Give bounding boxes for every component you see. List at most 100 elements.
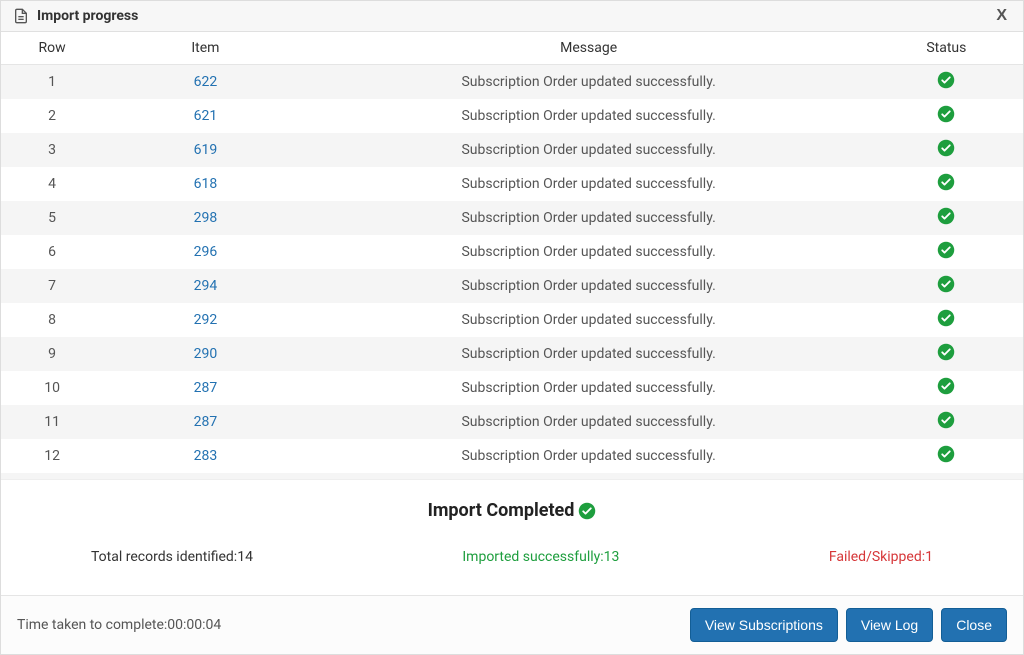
- cell-message: Subscription Order updated successfully.: [308, 303, 870, 337]
- cell-status: [870, 133, 1023, 167]
- close-icon[interactable]: X: [992, 7, 1011, 25]
- table-row: 1622Subscription Order updated successfu…: [1, 65, 1023, 100]
- summary-title-row: Import Completed: [31, 500, 993, 521]
- cell-item: 622: [103, 65, 307, 100]
- cell-message: Subscription Order updated successfully.: [308, 269, 870, 303]
- summary-stats: Total records identified:14 Imported suc…: [31, 549, 993, 565]
- cell-row: 5: [1, 201, 103, 235]
- table-row: 4618Subscription Order updated successfu…: [1, 167, 1023, 201]
- item-link[interactable]: 283: [194, 448, 218, 464]
- cell-row: 2: [1, 99, 103, 133]
- table-row: 8 292 Subscription Order updated successfu…: [1, 303, 1023, 337]
- cell-status: [870, 167, 1023, 201]
- cell-status: [870, 439, 1023, 473]
- cell-status: [870, 65, 1023, 100]
- table-row: 6296Subscription Order updated successfu…: [1, 235, 1023, 269]
- check-circle-icon: [937, 241, 955, 259]
- cell-item: 296: [103, 235, 307, 269]
- check-circle-icon: [578, 502, 596, 520]
- footer-buttons: View Subscriptions View Log Close: [690, 608, 1007, 642]
- cell-row: 4: [1, 167, 103, 201]
- cell-item: 298: [103, 201, 307, 235]
- stat-success-label: Imported successfully:: [462, 549, 603, 565]
- cell-item: 292: [103, 303, 307, 337]
- cell-row: 1: [1, 65, 103, 100]
- cell-status: [870, 337, 1023, 371]
- cell-item: 621: [103, 99, 307, 133]
- table-wrap: Row Item Message Status 1 622 Subscription…: [1, 32, 1023, 479]
- time-value: 00:00:04: [167, 617, 221, 633]
- cell-item: 290: [103, 337, 307, 371]
- stat-failed: Failed/Skipped:1: [829, 549, 933, 565]
- cell-message: Subscription Order updated successfully.: [308, 337, 870, 371]
- item-link[interactable]: 622: [194, 74, 218, 90]
- col-header-status: Status: [870, 32, 1023, 65]
- item-link[interactable]: 619: [194, 142, 218, 158]
- table-row: 9 290 Subscription Order updated successfu…: [1, 337, 1023, 371]
- item-link[interactable]: 621: [194, 108, 218, 124]
- item-link[interactable]: 290: [194, 346, 218, 362]
- cell-row: 12: [1, 439, 103, 473]
- cell-item: 619: [103, 133, 307, 167]
- import-progress-dialog: Import progress X Row Item Message Statu…: [0, 0, 1024, 655]
- stat-success: Imported successfully:13: [462, 549, 619, 565]
- check-circle-icon: [937, 105, 955, 123]
- item-link[interactable]: 292: [194, 312, 218, 328]
- time-label: Time taken to complete:: [17, 617, 167, 633]
- item-link[interactable]: 298: [194, 210, 218, 226]
- summary-section: Import Completed Total records identifie…: [1, 479, 1023, 595]
- check-circle-icon: [937, 275, 955, 293]
- cell-message: Subscription Order updated successfully.: [308, 99, 870, 133]
- cell-status: [870, 201, 1023, 235]
- table-header-row: Row Item Message Status: [1, 32, 1023, 65]
- cell-item: 287: [103, 405, 307, 439]
- table-row: 12 283 Subscription Order updated successf…: [1, 439, 1023, 473]
- cell-item: 294: [103, 269, 307, 303]
- stat-total-value: 14: [237, 549, 253, 565]
- item-link[interactable]: 296: [194, 244, 218, 260]
- cell-row: 11: [1, 405, 103, 439]
- check-circle-icon: [937, 71, 955, 89]
- item-link[interactable]: 294: [194, 278, 218, 294]
- table-row: 11287Subscription Order updated successf…: [1, 405, 1023, 439]
- item-link[interactable]: 287: [194, 414, 218, 430]
- cell-item: 283: [103, 439, 307, 473]
- col-header-item: Item: [103, 32, 307, 65]
- cell-status: [870, 269, 1023, 303]
- cell-message: Subscription Order updated successfully.: [308, 201, 870, 235]
- cell-row: 9: [1, 337, 103, 371]
- close-button[interactable]: Close: [941, 608, 1007, 642]
- view-log-button[interactable]: View Log: [846, 608, 933, 642]
- cell-status: [870, 405, 1023, 439]
- cell-row: 7: [1, 269, 103, 303]
- check-circle-icon: [937, 343, 955, 361]
- cell-message: Subscription Order updated successfully.: [308, 235, 870, 269]
- cell-status: [870, 235, 1023, 269]
- cell-status: [870, 99, 1023, 133]
- cell-row: 8: [1, 303, 103, 337]
- stat-failed-label: Failed/Skipped:: [829, 549, 925, 565]
- dialog-title-wrap: Import progress: [13, 8, 138, 24]
- item-link[interactable]: 287: [194, 380, 218, 396]
- dialog-title: Import progress: [37, 8, 138, 24]
- check-circle-icon: [937, 309, 955, 327]
- check-circle-icon: [937, 411, 955, 429]
- cell-row: 10: [1, 371, 103, 405]
- stat-total: Total records identified:14: [91, 549, 253, 565]
- view-subscriptions-button[interactable]: View Subscriptions: [690, 608, 838, 642]
- table-row: 2 621 Subscription Order updated successfu…: [1, 99, 1023, 133]
- cell-row: 3: [1, 133, 103, 167]
- cell-status: [870, 303, 1023, 337]
- cell-message: Subscription Order updated successfully.: [308, 439, 870, 473]
- stat-total-label: Total records identified:: [91, 549, 237, 565]
- dialog-footer: Time taken to complete:00:00:04 View Sub…: [1, 595, 1023, 654]
- cell-message: Subscription Order updated successfully.: [308, 371, 870, 405]
- table-row: 7 294 Subscription Order updated successfu…: [1, 269, 1023, 303]
- check-circle-icon: [937, 207, 955, 225]
- item-link[interactable]: 618: [194, 176, 218, 192]
- stat-failed-value: 1: [925, 549, 933, 565]
- check-circle-icon: [937, 377, 955, 395]
- col-header-message: Message: [308, 32, 870, 65]
- stat-success-value: 13: [604, 549, 620, 565]
- check-circle-icon: [937, 445, 955, 463]
